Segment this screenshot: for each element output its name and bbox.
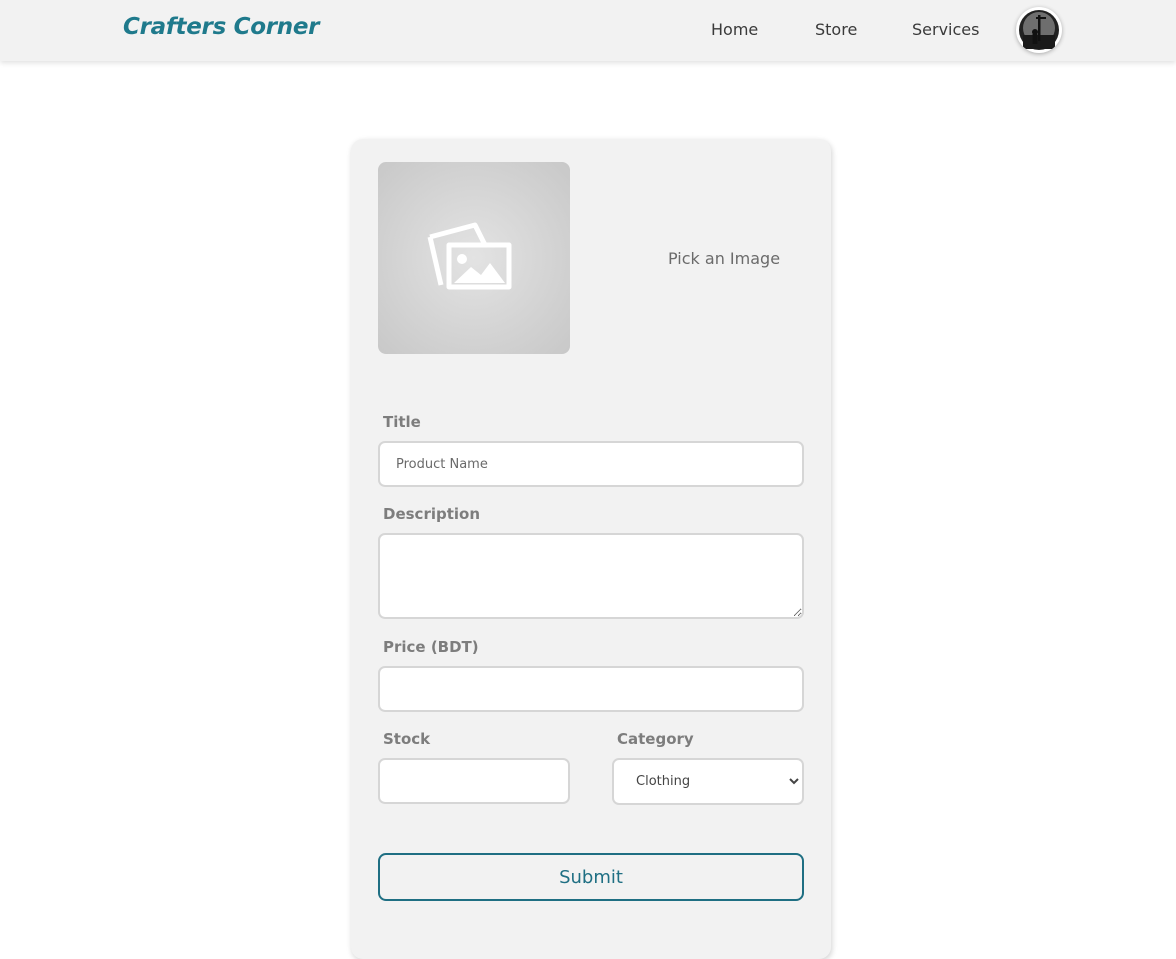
category-label: Category: [617, 730, 694, 748]
add-product-form: Pick an Image Title Description Price (B…: [351, 139, 831, 959]
description-textarea[interactable]: [378, 533, 804, 619]
price-label: Price (BDT): [383, 638, 479, 656]
avatar-photo-icon: [1019, 10, 1059, 50]
title-label: Title: [383, 413, 421, 431]
nav-services-link[interactable]: Services: [912, 20, 979, 39]
title-input[interactable]: [378, 441, 804, 487]
pick-image-button[interactable]: Pick an Image: [668, 249, 780, 268]
nav-home-link[interactable]: Home: [711, 20, 758, 39]
stock-input[interactable]: [378, 758, 570, 804]
navbar: Crafters Corner Home Store Services: [0, 0, 1176, 61]
description-label: Description: [383, 505, 481, 523]
category-select[interactable]: Clothing: [612, 758, 804, 805]
price-input[interactable]: [378, 666, 804, 712]
nav-store-link[interactable]: Store: [815, 20, 857, 39]
stock-label: Stock: [383, 730, 431, 748]
brand-logo[interactable]: Crafters Corner: [123, 14, 320, 40]
image-placeholder-icon: [427, 222, 512, 290]
submit-button[interactable]: Submit: [378, 853, 804, 901]
image-preview[interactable]: [378, 162, 570, 354]
user-avatar[interactable]: [1016, 7, 1062, 53]
